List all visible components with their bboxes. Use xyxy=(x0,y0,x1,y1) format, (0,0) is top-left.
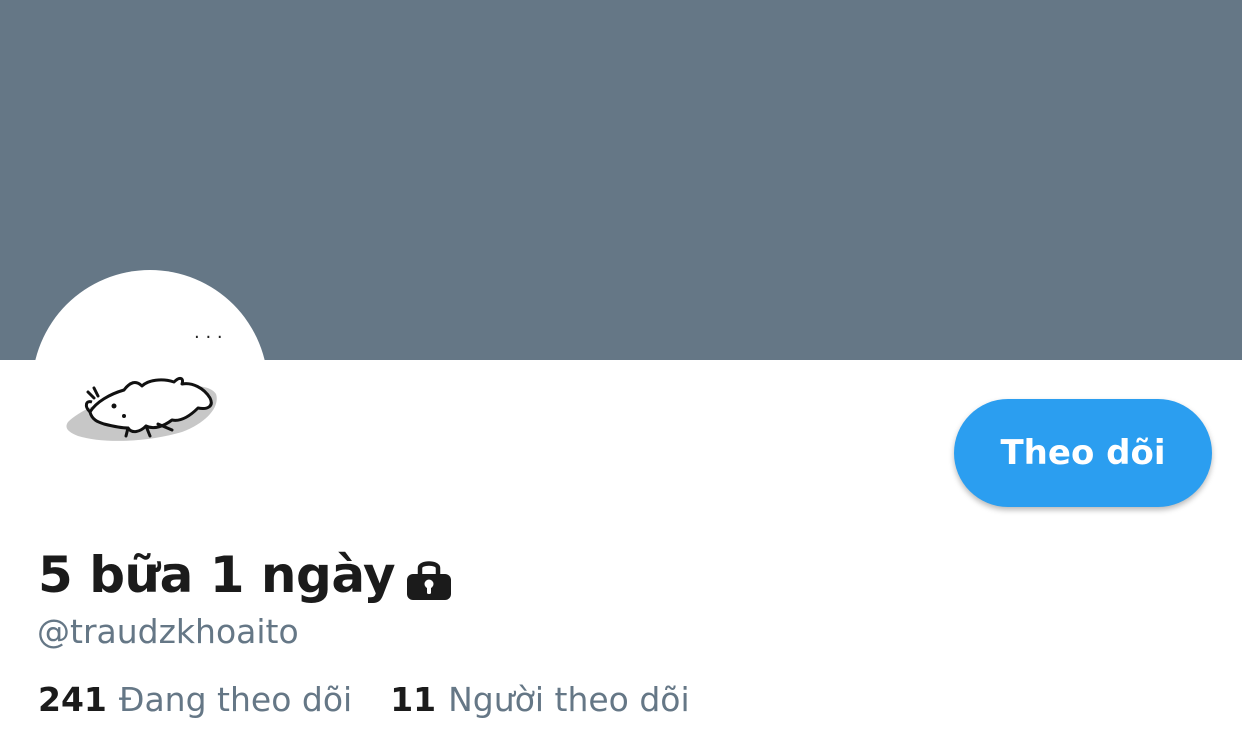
profile-name-row: 5 bữa 1 ngày xyxy=(38,540,453,610)
profile-page: . . . Theo dõi 5 bữa 1 ngày @traudzkhoai… xyxy=(0,0,1242,755)
display-name: 5 bữa 1 ngày xyxy=(38,546,396,604)
follow-button[interactable]: Theo dõi xyxy=(954,399,1212,507)
profile-stats: 241 Đang theo dõi 11 Người theo dõi xyxy=(38,680,690,719)
followers-stat[interactable]: 11 Người theo dõi xyxy=(390,680,689,719)
avatar-image: . . . xyxy=(66,322,223,441)
avatar[interactable]: . . . xyxy=(32,270,268,506)
lock-icon xyxy=(405,554,453,607)
following-count: 241 xyxy=(38,680,107,719)
profile-handle: @traudzkhoaito xyxy=(37,612,299,651)
followers-count: 11 xyxy=(390,680,437,719)
avatar-overlay-text: . . . xyxy=(194,322,223,343)
following-stat[interactable]: 241 Đang theo dõi xyxy=(38,680,352,719)
followers-label: Người theo dõi xyxy=(448,680,690,719)
following-label: Đang theo dõi xyxy=(118,680,353,719)
